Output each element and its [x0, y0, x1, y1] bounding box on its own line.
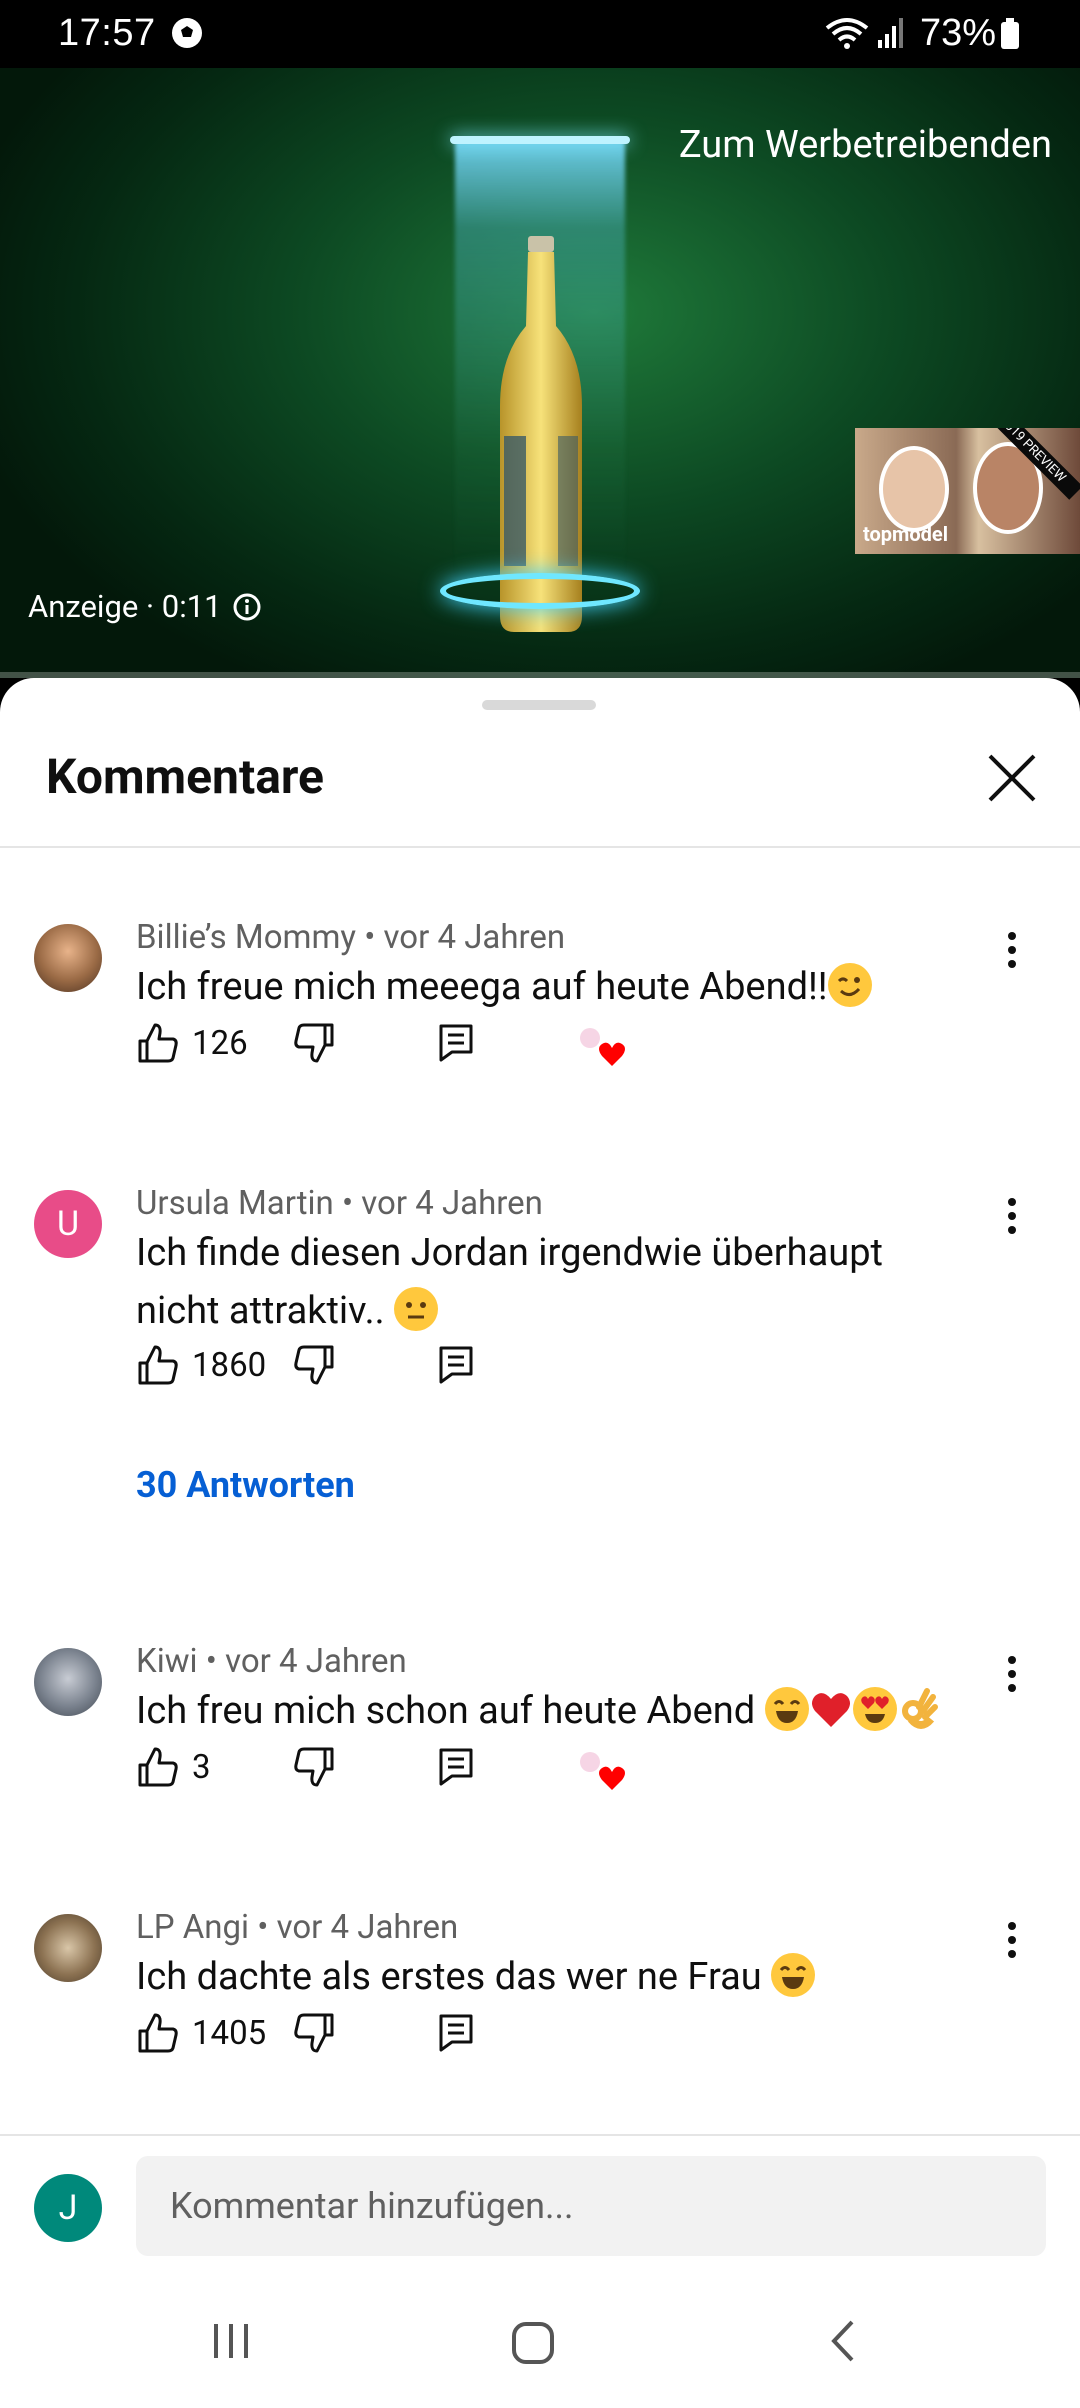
status-bar: 17:57 73% [0, 0, 1080, 68]
comment-meta: Kiwi • vor 4 Jahren [136, 1642, 407, 1681]
sheet-header: Kommentare [0, 738, 1080, 848]
comment-meta: LP Angi • vor 4 Jahren [136, 1908, 459, 1947]
creator-heart-icon [580, 1752, 625, 1790]
reply-icon[interactable] [438, 1023, 474, 1063]
comment-actions: 3 [136, 1742, 625, 1792]
like-icon[interactable] [136, 2011, 180, 2055]
comment-author[interactable]: Kiwi [136, 1642, 198, 1681]
comment-actions: 1405 [136, 2008, 473, 2058]
comment-actions: 1860 [136, 1340, 473, 1390]
battery-icon [1001, 18, 1019, 49]
home-icon[interactable] [510, 2320, 556, 2366]
creator-heart-icon [580, 1028, 625, 1066]
avatar[interactable] [34, 1914, 102, 1982]
comment-author[interactable]: LP Angi [136, 1908, 249, 1947]
next-video-thumbnail[interactable]: topmodel 2019 PREVIEW [855, 428, 1080, 554]
comment-meta: Billie’s Mommy • vor 4 Jahren [136, 918, 566, 957]
thumbnail-logo: topmodel [863, 522, 949, 546]
like-count: 126 [192, 1023, 248, 1063]
wifi-icon [825, 18, 869, 49]
dislike-icon[interactable] [292, 1021, 336, 1065]
ad-label: Anzeige · 0:11 [28, 588, 262, 625]
comment-author[interactable]: Ursula Martin [136, 1184, 334, 1223]
ok-hand-emoji [897, 1687, 941, 1731]
header-divider [0, 846, 1080, 848]
more-options-icon[interactable] [994, 1652, 1030, 1696]
drag-handle[interactable] [482, 700, 596, 710]
recent-apps-icon[interactable] [208, 2318, 254, 2364]
dislike-icon[interactable] [292, 2011, 336, 2055]
reply-icon[interactable] [438, 1747, 474, 1787]
light-source [450, 136, 630, 144]
like-icon[interactable] [136, 1343, 180, 1387]
info-icon[interactable] [232, 592, 262, 622]
like-count: 1405 [192, 2013, 267, 2053]
like-count: 1860 [192, 1345, 267, 1385]
signal-icon [878, 18, 903, 48]
dislike-icon[interactable] [292, 1343, 336, 1387]
comment-age: vor 4 Jahren [276, 1908, 459, 1947]
status-time: 17:57 [58, 12, 156, 54]
dislike-icon[interactable] [292, 1745, 336, 1789]
close-icon[interactable] [984, 750, 1040, 806]
comment-actions: 126 [136, 1018, 625, 1068]
navigation-bar [0, 2278, 1080, 2408]
comment-age: vor 4 Jahren [361, 1184, 543, 1223]
neutral-face-emoji [394, 1287, 439, 1331]
more-options-icon[interactable] [994, 1194, 1030, 1238]
comment-author[interactable]: Billie’s Mommy [136, 918, 356, 957]
current-user-avatar: J [34, 2174, 102, 2242]
composer-divider [0, 2134, 1080, 2136]
comment-text: Ich freu mich schon auf heute Abend [136, 1682, 956, 1740]
laughing-emoji [771, 1953, 816, 1997]
light-ring [440, 573, 640, 609]
avatar[interactable]: U [34, 1190, 102, 1258]
comments-sheet: Kommentare Billie’s Mommy • vor 4 Jahren… [0, 678, 1080, 2408]
reply-icon[interactable] [438, 2013, 474, 2053]
back-icon[interactable] [822, 2318, 868, 2364]
video-player[interactable]: Zum Werbetreibenden Anzeige · 0:11 topmo… [0, 68, 1080, 678]
thumbnail-face [879, 446, 949, 532]
comment-age: vor 4 Jahren [383, 918, 566, 957]
battery-percent: 73% [920, 12, 997, 54]
add-comment-input[interactable]: Kommentar hinzufügen... [136, 2156, 1046, 2256]
comment-text: Ich finde diesen Jordan irgendwie überha… [136, 1231, 883, 1333]
more-options-icon[interactable] [994, 928, 1030, 972]
like-count: 3 [192, 1747, 211, 1787]
avatar[interactable] [34, 1648, 102, 1716]
comment-text: Ich dachte als erstes das wer ne Frau [136, 1948, 956, 2006]
comment-age: vor 4 Jahren [225, 1642, 407, 1681]
heart-eyes-emoji [852, 1687, 897, 1731]
ad-timer: Anzeige · 0:11 [28, 588, 222, 625]
comment-text: Ich freue mich meeega auf heute Abend!! [136, 958, 956, 1016]
avatar[interactable] [34, 924, 102, 992]
wink-emoji [827, 963, 872, 1007]
sheet-title: Kommentare [46, 748, 324, 805]
soccer-ball-icon [172, 18, 202, 48]
comment-meta: Ursula Martin • vor 4 Jahren [136, 1184, 543, 1223]
more-options-icon[interactable] [994, 1918, 1030, 1962]
like-icon[interactable] [136, 1021, 180, 1065]
reply-icon[interactable] [438, 1345, 474, 1385]
like-icon[interactable] [136, 1745, 180, 1789]
advertiser-button[interactable]: Zum Werbetreibenden [679, 123, 1052, 167]
red-heart-emoji [809, 1687, 853, 1731]
view-replies-link[interactable]: 30 Antworten [136, 1464, 355, 1506]
laughing-emoji [764, 1687, 809, 1731]
